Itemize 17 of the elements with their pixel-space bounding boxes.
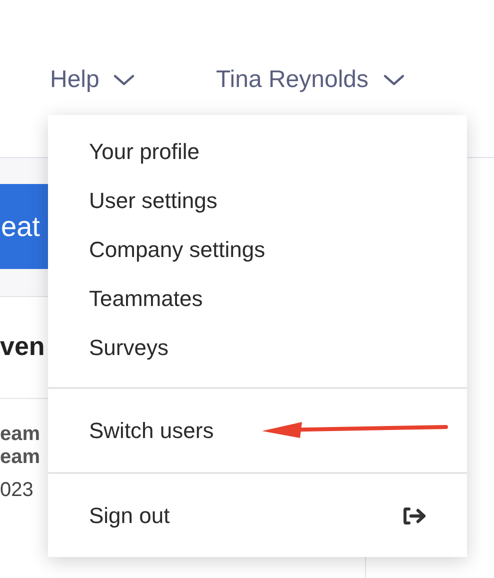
menu-item[interactable]: Sign out: [48, 491, 467, 540]
date-text: 023: [0, 479, 34, 502]
menu-button[interactable]: Help: [50, 62, 136, 98]
chevron-down-icon: [113, 74, 136, 86]
menu-item[interactable]: Your profile: [48, 127, 467, 176]
menu-item[interactable]: Switch users: [48, 406, 467, 455]
menu-item[interactable]: Surveys: [48, 323, 467, 372]
menu-button[interactable]: Tina Reynolds: [216, 62, 405, 98]
menu-item[interactable]: Company settings: [48, 225, 467, 274]
create-button[interactable]: eat: [0, 184, 48, 269]
chevron-down-icon: [382, 74, 405, 86]
team-name: eam: [0, 423, 40, 446]
team-name: eam: [0, 446, 40, 469]
menu-item[interactable]: User settings: [48, 176, 467, 225]
sign-out-icon: [402, 506, 428, 526]
section-heading: ven: [0, 333, 45, 359]
menu-item[interactable]: Teammates: [48, 274, 467, 323]
